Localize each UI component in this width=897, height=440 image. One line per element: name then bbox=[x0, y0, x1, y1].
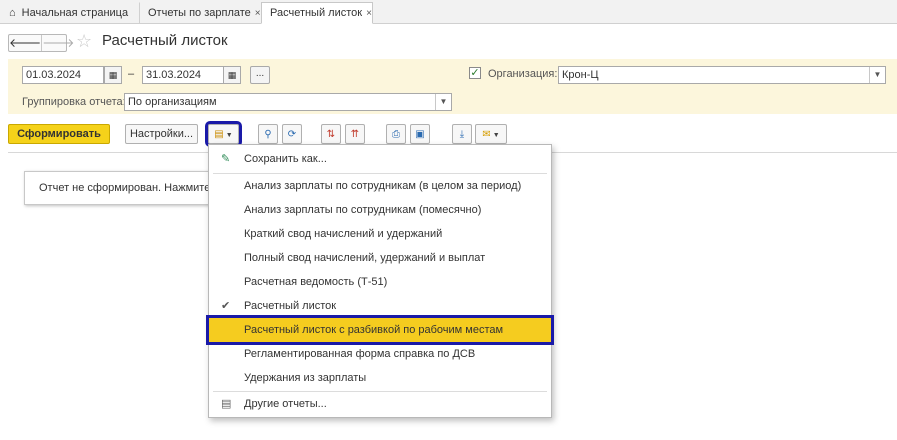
tab-label: Отчеты по зарплате bbox=[148, 7, 251, 19]
report-variants-icon: ▤ bbox=[214, 129, 224, 140]
menu-item-checked[interactable]: ✔ Расчетный листок bbox=[209, 294, 551, 318]
tab-label: Расчетный листок bbox=[270, 7, 363, 19]
report-variants-button[interactable]: ▤ ▼ bbox=[205, 121, 242, 147]
tab-home[interactable]: ⌂ Начальная страница bbox=[0, 2, 138, 24]
menu-item[interactable]: Удержания из зарплаты bbox=[209, 366, 551, 390]
calendar-icon[interactable]: ▦ bbox=[223, 66, 241, 84]
print-button[interactable]: ⎙ bbox=[386, 124, 406, 144]
printer-icon: ⎙ bbox=[392, 129, 400, 140]
date-to-input[interactable]: 31.03.2024 bbox=[142, 66, 224, 84]
preview-icon: ▣ bbox=[415, 129, 425, 140]
tab-payslip[interactable]: Расчетный листок × bbox=[261, 2, 373, 24]
report-not-generated-notice: Отчет не сформирован. Нажмите "Сформиров… bbox=[24, 171, 224, 205]
download-icon: ⤓ bbox=[459, 129, 465, 140]
search-next-button[interactable]: ⟳ bbox=[282, 124, 302, 144]
chevron-down-icon[interactable]: ▼ bbox=[869, 67, 885, 83]
organization-checkbox[interactable]: ✓ bbox=[469, 67, 481, 79]
menu-item-save-as[interactable]: ✎ Сохранить как... bbox=[209, 147, 551, 171]
grouping-select[interactable]: По организациям ▼ bbox=[124, 93, 452, 111]
nav-buttons: 🡐 🡒 bbox=[8, 34, 74, 52]
search-next-icon: ⟳ bbox=[287, 129, 297, 140]
organization-value: Крон-Ц bbox=[562, 69, 599, 81]
settings-button[interactable]: Настройки... bbox=[125, 124, 198, 144]
organization-label: Организация: bbox=[488, 68, 558, 80]
generate-button[interactable]: Сформировать bbox=[8, 124, 110, 144]
calendar-icon[interactable]: ▦ bbox=[104, 66, 122, 84]
menu-item[interactable]: Анализ зарплаты по сотрудникам (помесячн… bbox=[209, 198, 551, 222]
menu-item-label: Сохранить как... bbox=[244, 153, 327, 165]
menu-item-selected[interactable]: Расчетный листок с разбивкой по рабочим … bbox=[206, 315, 554, 345]
tab-bar: ⌂ Начальная страница Отчеты по зарплате × … bbox=[0, 0, 897, 24]
expand-groups-button[interactable]: ⇅ bbox=[321, 124, 341, 144]
grouping-label: Группировка отчета: bbox=[22, 96, 126, 108]
save-as-icon: ✎ bbox=[221, 153, 231, 165]
search-button[interactable]: ⚲ bbox=[258, 124, 278, 144]
menu-item[interactable]: Анализ зарплаты по сотрудникам (в целом … bbox=[209, 174, 551, 198]
menu-item[interactable]: Полный свод начислений, удержаний и выпл… bbox=[209, 246, 551, 270]
chevron-down-icon[interactable]: ▼ bbox=[435, 94, 451, 110]
menu-item[interactable]: Регламентированная форма справка по ДСВ bbox=[209, 342, 551, 366]
menu-item-label: Другие отчеты... bbox=[244, 398, 327, 410]
tab-salary-reports[interactable]: Отчеты по зарплате × bbox=[139, 2, 261, 24]
organization-field[interactable]: Крон-Ц ▼ bbox=[558, 66, 886, 84]
envelope-icon: ✉ bbox=[482, 129, 491, 140]
report-variants-menu: ✎ Сохранить как... Анализ зарплаты по сот… bbox=[206, 144, 554, 418]
forward-button[interactable]: 🡒 bbox=[42, 35, 74, 51]
close-icon[interactable]: × bbox=[255, 8, 261, 19]
menu-item-other-reports[interactable]: ▤ Другие отчеты... bbox=[209, 392, 551, 416]
send-email-button[interactable]: ✉ ▼ bbox=[475, 124, 507, 144]
menu-item[interactable]: Краткий свод начислений и удержаний bbox=[209, 222, 551, 246]
tab-label: Начальная страница bbox=[21, 7, 129, 19]
home-icon: ⌂ bbox=[9, 7, 16, 19]
check-icon: ✔ bbox=[221, 300, 231, 312]
expand-icon: ⇅ bbox=[326, 129, 336, 140]
date-dash: – bbox=[128, 68, 135, 80]
menu-item[interactable]: Расчетная ведомость (Т-51) bbox=[209, 270, 551, 294]
date-from-input[interactable]: 01.03.2024 bbox=[22, 66, 104, 84]
grouping-value: По организациям bbox=[128, 96, 217, 108]
collapse-icon: ⇈ bbox=[350, 129, 360, 140]
arrow-right-icon: 🡒 bbox=[42, 36, 75, 50]
save-file-button[interactable]: ⤓ bbox=[452, 124, 472, 144]
page-title: Расчетный листок bbox=[102, 32, 228, 49]
report-list-icon: ▤ bbox=[221, 398, 232, 410]
chevron-down-icon: ▼ bbox=[225, 132, 233, 139]
back-button[interactable]: 🡐 bbox=[9, 35, 43, 51]
collapse-groups-button[interactable]: ⇈ bbox=[345, 124, 365, 144]
chevron-down-icon: ▼ bbox=[492, 132, 500, 139]
menu-item-label: Расчетный листок bbox=[244, 300, 337, 312]
search-icon: ⚲ bbox=[264, 129, 272, 140]
star-icon[interactable]: ☆ bbox=[76, 31, 92, 52]
period-select-button[interactable]: ... bbox=[250, 66, 270, 84]
arrow-left-icon: 🡐 bbox=[9, 36, 42, 50]
close-icon[interactable]: × bbox=[366, 8, 372, 19]
preview-button[interactable]: ▣ bbox=[410, 124, 430, 144]
